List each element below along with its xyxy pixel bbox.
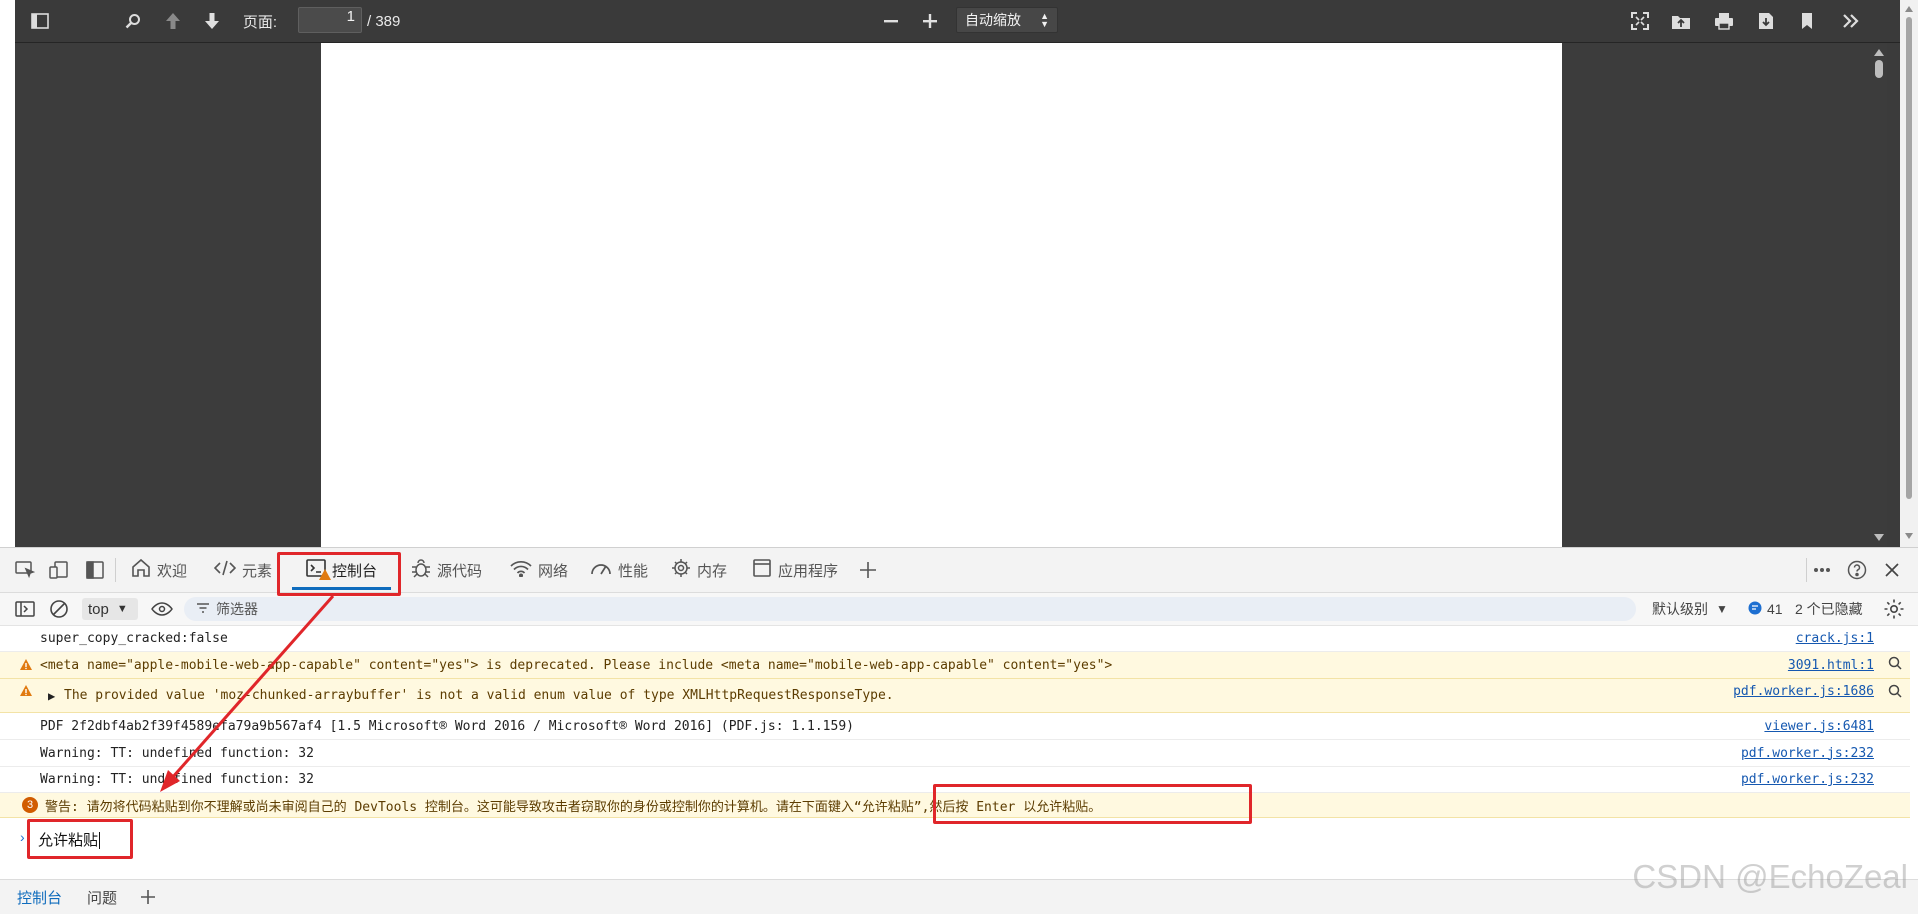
watermark: CSDN @EchoZeal xyxy=(1632,858,1908,895)
annotation-arrow xyxy=(160,595,335,792)
